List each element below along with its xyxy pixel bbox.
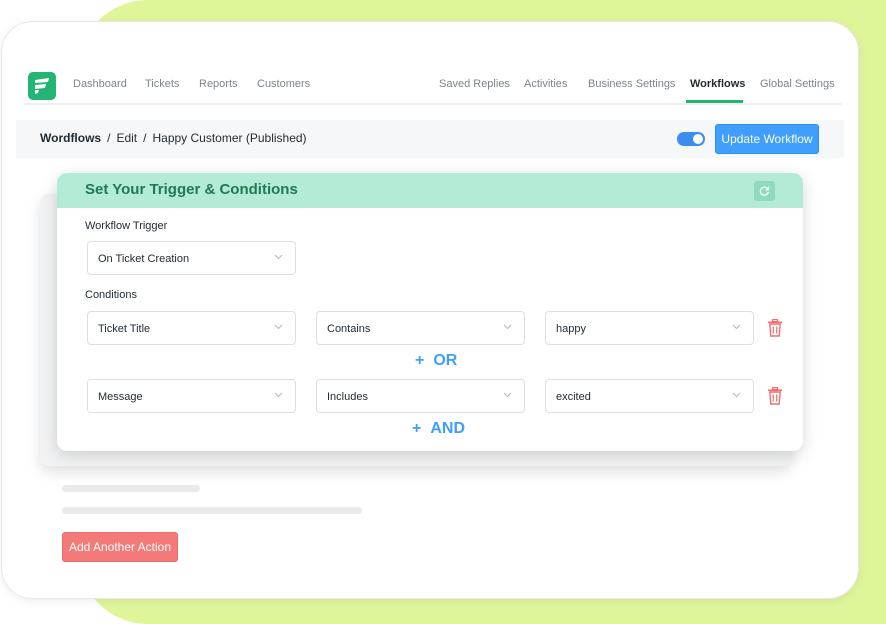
publish-toggle[interactable] [677, 132, 705, 146]
add-and-condition-button[interactable]: + AND [412, 420, 465, 438]
chevron-down-icon [732, 392, 741, 398]
chevron-down-icon [274, 324, 283, 330]
nav-workflows[interactable]: Workflows [690, 78, 745, 90]
condition-value-value: happy [556, 323, 586, 335]
condition-field-select[interactable]: Message [87, 379, 296, 413]
condition-value-value: excited [556, 391, 591, 403]
condition-field-value: Ticket Title [98, 323, 151, 335]
nav-activities[interactable]: Activities [524, 78, 567, 90]
nav-customers[interactable]: Customers [257, 78, 310, 90]
workflow-trigger-label: Workflow Trigger [85, 220, 168, 232]
condition-operator-value: Contains [327, 323, 371, 335]
nav-dashboard[interactable]: Dashboard [73, 78, 127, 90]
nav-reports[interactable]: Reports [199, 78, 238, 90]
nav-global-settings[interactable]: Global Settings [760, 78, 835, 90]
plus-icon: + [415, 352, 425, 369]
trash-icon[interactable] [767, 319, 783, 337]
toggle-knob [693, 134, 703, 144]
condition-operator-select[interactable]: Contains [316, 311, 525, 345]
active-tab-indicator [686, 100, 743, 103]
condition-operator-value: Includes [327, 391, 368, 403]
nav-saved-replies[interactable]: Saved Replies [439, 78, 510, 90]
fluent-support-logo-icon[interactable] [28, 72, 56, 100]
panel-header: Set Your Trigger & Conditions [57, 173, 803, 208]
breadcrumb-root[interactable]: Wordflows [40, 131, 101, 145]
update-workflow-button[interactable]: Update Workflow [715, 124, 819, 154]
panel-title: Set Your Trigger & Conditions [85, 181, 298, 198]
placeholder-line [62, 507, 362, 514]
plus-icon: + [412, 420, 422, 437]
breadcrumb-separator: / [143, 131, 147, 145]
add-or-condition-button[interactable]: + OR [415, 352, 457, 370]
condition-operator-select[interactable]: Includes [316, 379, 525, 413]
refresh-icon[interactable] [754, 181, 775, 201]
trigger-conditions-panel: Set Your Trigger & Conditions Workflow T… [57, 173, 803, 451]
workflow-trigger-select[interactable]: On Ticket Creation [87, 241, 296, 275]
chevron-down-icon [274, 392, 283, 398]
condition-value-select[interactable]: excited [545, 379, 754, 413]
add-and-label: AND [430, 420, 466, 437]
add-another-action-button[interactable]: Add Another Action [62, 532, 178, 562]
conditions-label: Conditions [85, 289, 137, 301]
nav-divider [24, 103, 842, 105]
workflow-trigger-value: On Ticket Creation [98, 253, 190, 265]
breadcrumb: Wordflows / Edit / Happy Customer (Published… [40, 131, 307, 145]
condition-value-select[interactable]: happy [545, 311, 754, 345]
chevron-down-icon [274, 254, 283, 260]
chevron-down-icon [503, 324, 512, 330]
breadcrumb-current: Happy Customer (Published) [152, 131, 307, 145]
condition-field-select[interactable]: Ticket Title [87, 311, 296, 345]
chevron-down-icon [732, 324, 741, 330]
nav-business-settings[interactable]: Business Settings [588, 78, 675, 90]
breadcrumb-separator: / [107, 131, 111, 145]
chevron-down-icon [503, 392, 512, 398]
add-or-label: OR [433, 352, 458, 369]
trash-icon[interactable] [767, 387, 783, 405]
placeholder-line [62, 485, 200, 492]
breadcrumb-edit[interactable]: Edit [116, 131, 137, 145]
nav-tickets[interactable]: Tickets [145, 78, 179, 90]
condition-field-value: Message [98, 391, 143, 403]
